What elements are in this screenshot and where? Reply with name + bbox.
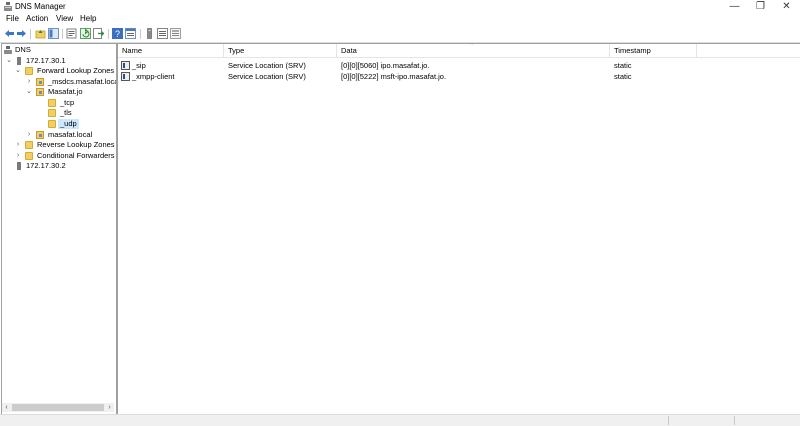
forward-icon[interactable] xyxy=(16,28,27,39)
server-icon xyxy=(17,162,21,170)
refresh-icon[interactable] xyxy=(80,28,91,39)
scrollbar-thumb[interactable] xyxy=(12,404,104,411)
list-header: Name Type Data Timestamp ^ xyxy=(118,44,800,58)
tree-node-tls[interactable]: _tls xyxy=(2,108,114,118)
tree-node-reverse-lookup-zones[interactable]: › Reverse Lookup Zones xyxy=(2,140,115,150)
folder-icon xyxy=(48,109,56,117)
minimize-button[interactable]: — xyxy=(722,0,747,13)
tree-node-masafat-local[interactable]: › masafat.local xyxy=(2,130,114,140)
cell-data: [0][0][5222] msft-ipo.masafat.jo. xyxy=(341,72,447,81)
toolbar: ? xyxy=(0,26,800,43)
toolbar-separator xyxy=(30,29,31,39)
tree-node-dns[interactable]: DNS xyxy=(2,45,114,55)
svg-text:?: ? xyxy=(115,29,120,39)
tree-node-label: 172.17.30.1 xyxy=(26,56,66,65)
status-bar xyxy=(0,414,800,426)
tree-node-label: DNS xyxy=(15,45,31,54)
tree-node-masafat-jo[interactable]: ⌄ Masafat.jo xyxy=(2,87,114,97)
server-icon xyxy=(17,57,21,65)
tree-node-label: masafat.local xyxy=(48,130,93,139)
cell-timestamp: static xyxy=(614,61,632,70)
cell-type: Service Location (SRV) xyxy=(228,72,306,81)
folder-icon xyxy=(48,120,56,128)
tree-node-conditional-forwarders[interactable]: › Conditional Forwarders xyxy=(2,151,115,161)
folder-icon xyxy=(48,99,56,107)
tree-node-msdcs-zone[interactable]: › _msdcs.masafat.local xyxy=(2,77,117,87)
column-header-type[interactable]: Type xyxy=(224,44,337,57)
close-button[interactable]: ✕ xyxy=(774,0,799,13)
expand-chevron-icon[interactable]: › xyxy=(25,130,33,140)
server-icon[interactable] xyxy=(144,28,155,39)
properties-icon[interactable] xyxy=(66,28,77,39)
tree-node-label-selected: _udp xyxy=(58,119,79,129)
records-list: Name Type Data Timestamp ^ _sip Service … xyxy=(117,43,800,415)
list-row[interactable]: _sip Service Location (SRV) [0][0][5060]… xyxy=(118,60,800,71)
menu-action[interactable]: Action xyxy=(26,14,48,24)
tree-node-label: Reverse Lookup Zones xyxy=(37,140,115,149)
tree-node-label: Forward Lookup Zones xyxy=(37,66,115,75)
menu-help[interactable]: Help xyxy=(80,14,96,24)
menu-view[interactable]: View xyxy=(56,14,73,24)
scroll-right-icon[interactable]: › xyxy=(105,403,114,412)
tree-node-server-2[interactable]: 172.17.30.2 xyxy=(2,161,114,171)
column-header-data[interactable]: Data xyxy=(337,44,610,57)
tree-node-label: _tcp xyxy=(60,98,75,107)
tree-node-label: Masafat.jo xyxy=(48,87,83,96)
tree-node-label: 172.17.30.2 xyxy=(26,161,66,170)
list-row[interactable]: _xmpp-client Service Location (SRV) [0][… xyxy=(118,71,800,82)
expand-chevron-icon[interactable]: › xyxy=(14,151,22,161)
window-title: DNS Manager xyxy=(15,2,66,11)
status-separator xyxy=(734,416,735,425)
tree-node-label: _msdcs.masafat.local xyxy=(48,77,117,86)
tree-node-tcp[interactable]: _tcp xyxy=(2,98,114,108)
export-list-icon[interactable] xyxy=(93,28,104,39)
scroll-left-icon[interactable]: ‹ xyxy=(2,403,11,412)
tree-node-udp[interactable]: _udp xyxy=(2,119,114,129)
collapse-chevron-icon[interactable]: ⌄ xyxy=(5,56,13,66)
dns-icon xyxy=(4,46,12,54)
column-header-name[interactable]: Name xyxy=(118,44,224,57)
expand-chevron-icon[interactable]: › xyxy=(14,140,22,150)
tree-node-server-1[interactable]: ⌄ 172.17.30.1 xyxy=(2,56,114,66)
up-folder-icon[interactable] xyxy=(35,28,46,39)
tree-node-label: _tls xyxy=(60,108,72,117)
back-icon[interactable] xyxy=(4,28,15,39)
cell-type: Service Location (SRV) xyxy=(228,61,306,70)
tree-horizontal-scrollbar[interactable]: ‹ › xyxy=(2,403,114,412)
list-icon[interactable] xyxy=(157,28,168,39)
toolbar-separator xyxy=(108,29,109,39)
expand-chevron-icon[interactable]: › xyxy=(25,77,33,87)
cell-name: _sip xyxy=(132,61,146,70)
zone-icon xyxy=(36,88,44,96)
toolbar-separator xyxy=(62,29,63,39)
title-bar: DNS Manager — ❐ ✕ xyxy=(0,0,800,13)
status-separator xyxy=(668,416,669,425)
folder-icon xyxy=(25,141,33,149)
cell-data: [0][0][5060] ipo.masafat.jo. xyxy=(341,61,430,70)
srv-record-icon xyxy=(121,61,130,70)
console-icon[interactable] xyxy=(125,28,136,39)
cell-name: _xmpp-client xyxy=(132,72,175,81)
zone-icon xyxy=(36,131,44,139)
details-icon[interactable] xyxy=(170,28,181,39)
menu-file[interactable]: File xyxy=(6,14,19,24)
toolbar-separator xyxy=(140,29,141,39)
column-header-timestamp[interactable]: Timestamp xyxy=(610,44,697,57)
zone-icon xyxy=(36,78,44,86)
collapse-chevron-icon[interactable]: ⌄ xyxy=(14,66,22,76)
collapse-chevron-icon[interactable]: ⌄ xyxy=(25,87,33,97)
tree-node-forward-lookup-zones[interactable]: ⌄ Forward Lookup Zones xyxy=(2,66,114,76)
srv-record-icon xyxy=(121,72,130,81)
help-icon[interactable]: ? xyxy=(112,28,123,39)
tree-node-label: Conditional Forwarders xyxy=(37,151,115,160)
maximize-button[interactable]: ❐ xyxy=(748,0,773,13)
folder-icon xyxy=(25,67,33,75)
folder-icon xyxy=(25,152,33,160)
sort-arrow-icon: ^ xyxy=(470,43,474,49)
show-tree-icon[interactable] xyxy=(48,28,59,39)
menu-bar: File Action View Help xyxy=(0,13,800,25)
dns-manager-app-icon xyxy=(4,2,12,11)
cell-timestamp: static xyxy=(614,72,632,81)
console-tree: DNS ⌄ 172.17.30.1 ⌄ Forward Lookup Zones… xyxy=(1,43,117,415)
